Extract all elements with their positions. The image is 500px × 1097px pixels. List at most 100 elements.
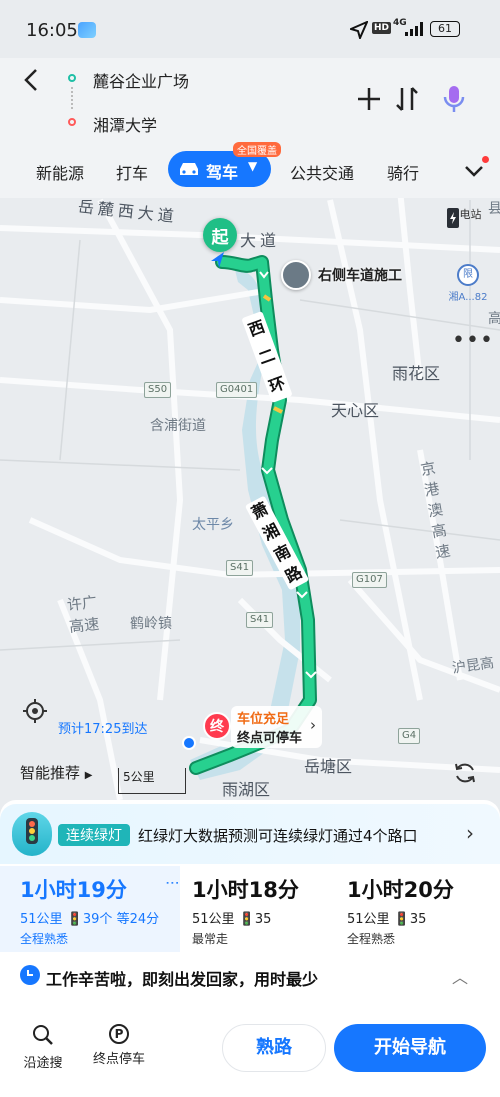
plan-3-distance: 51公里 xyxy=(347,912,390,927)
familiar-route-button[interactable]: 熟路 xyxy=(222,1024,326,1072)
tab-cycling[interactable]: 骑行 xyxy=(387,160,419,184)
locate-me-icon[interactable] xyxy=(22,698,48,724)
charging-station-button[interactable]: 充电站 xyxy=(444,206,486,228)
origin-field[interactable]: 麓谷企业广场 xyxy=(93,68,189,92)
expand-more-icon[interactable] xyxy=(464,164,484,178)
clock-tip-icon xyxy=(20,965,40,985)
plan-2-lights: 35 xyxy=(254,912,272,927)
traffic-light-icon xyxy=(12,812,52,856)
parking-title: 车位充足 xyxy=(237,712,290,727)
road-sign-g107: G107 xyxy=(352,572,387,588)
plan-card-2[interactable]: 1小时18分 51公里 🚦35 最常走 xyxy=(180,866,335,952)
end-parking-button[interactable]: P 终点停车 xyxy=(90,1024,148,1067)
plan-2-tag: 最常走 xyxy=(192,932,229,946)
plan-card-3[interactable]: 1小时20分 51公里 🚦35 全程熟悉 xyxy=(335,866,500,952)
road-sign-s41-a: S41 xyxy=(226,560,254,576)
destination-dot-icon xyxy=(68,118,76,126)
dropdown-caret-icon: ▼ xyxy=(248,159,258,173)
plan-3-lights: 35 xyxy=(409,912,427,927)
limit-label: 湘A...82 xyxy=(448,292,488,303)
plan-1-wait: 等24分 xyxy=(116,912,160,927)
map-scale-bar: 5公里 xyxy=(118,768,186,794)
parking-icon: P xyxy=(109,1024,129,1044)
coverage-badge: 全国覆盖 xyxy=(233,142,281,157)
plan-1-lights: 39个 xyxy=(82,912,113,927)
traffic-light-small-icon: 🚦 xyxy=(238,912,255,927)
notification-app-icon xyxy=(78,22,96,38)
road-sign-s41-b: S41 xyxy=(246,612,274,628)
plan-2-distance: 51公里 xyxy=(192,912,235,927)
traffic-light-small-icon: 🚦 xyxy=(393,912,410,927)
plan-3-tag: 全程熟悉 xyxy=(347,932,396,946)
hd-badge: HD xyxy=(372,22,392,34)
green-wave-banner[interactable]: 连续绿灯 红绿灯大数据预测可连续绿灯通过4个路口 › xyxy=(0,804,500,864)
along-search-label: 沿途搜 xyxy=(23,1056,63,1071)
traffic-light-small-icon: 🚦 xyxy=(66,912,83,927)
location-arrow-icon xyxy=(350,21,368,39)
map-label-edge-2: 高 xyxy=(488,311,500,327)
map-label-xuguang: 许广高速 xyxy=(66,593,101,636)
route-plans-sheet: 连续绿灯 红绿灯大数据预测可连续绿灯通过4个路口 › 1小时19分 ⋮ 51公里… xyxy=(0,800,500,1097)
start-navigation-button[interactable]: 开始导航 xyxy=(334,1024,486,1072)
voice-mic-icon[interactable] xyxy=(442,84,466,114)
origin-dot-icon xyxy=(68,74,76,82)
green-wave-badge: 连续绿灯 xyxy=(58,824,130,846)
map-label-taiping: 太平乡 xyxy=(192,517,234,533)
parking-callout[interactable]: 车位充足 终点可停车 › xyxy=(231,706,323,748)
end-parking-label: 终点停车 xyxy=(92,1052,145,1067)
construction-photo-icon xyxy=(281,260,311,290)
current-location-arrow-icon xyxy=(211,252,224,268)
road-sign-g0401: G0401 xyxy=(216,382,258,398)
limit-icon: 限 xyxy=(457,264,479,286)
chevron-right-icon: › xyxy=(466,821,474,845)
start-marker[interactable]: 起 xyxy=(203,218,237,252)
plan-card-1[interactable]: 1小时19分 ⋮ 51公里 🚦39个 等24分 全程熟悉 xyxy=(0,866,180,952)
refresh-icon[interactable] xyxy=(452,760,478,786)
destination-pin-icon xyxy=(182,736,196,750)
tab-drive-label: 驾车 xyxy=(206,163,239,182)
back-arrow-icon[interactable] xyxy=(22,68,40,92)
tab-new-energy[interactable]: 新能源 xyxy=(36,160,84,184)
road-sign-s50: S50 xyxy=(144,382,172,398)
parking-subtitle: 终点可停车 xyxy=(237,731,303,746)
destination-field[interactable]: 湘潭大学 xyxy=(93,112,157,136)
tab-public-transit[interactable]: 公共交通 xyxy=(290,160,354,184)
eta-label: 预计17:25到达 xyxy=(58,722,148,737)
route-connector xyxy=(71,87,73,109)
chevron-right-icon: › xyxy=(310,716,317,734)
plan-1-detail: 51公里 🚦39个 等24分 xyxy=(20,908,159,927)
more-options-icon[interactable]: ••• xyxy=(452,328,494,353)
map-label-hanpu: 含浦街道 xyxy=(150,418,206,434)
map-label-yuetang: 岳塘区 xyxy=(304,757,353,776)
route-header: 麓谷企业广场 湘潭大学 新能源 打车 驾车 ▼ 全国覆盖 公共交通 骑行 xyxy=(0,58,500,198)
map-label-yuhua: 雨花区 xyxy=(392,364,441,383)
smart-recommend-button[interactable]: 智能推荐 ▶ xyxy=(20,762,93,783)
red-dot-indicator xyxy=(482,156,489,163)
collapse-up-icon[interactable]: ︿ xyxy=(452,964,468,988)
map-label-yuhu: 雨湖区 xyxy=(222,780,271,799)
tab-taxi[interactable]: 打车 xyxy=(116,160,148,184)
search-icon xyxy=(33,1025,53,1045)
add-waypoint-icon[interactable] xyxy=(356,86,382,112)
map-label-tianxin: 天心区 xyxy=(331,401,380,420)
road-sign-g4: G4 xyxy=(398,728,421,744)
swap-route-icon[interactable] xyxy=(395,86,419,112)
plan-3-time: 1小时20分 xyxy=(347,878,454,902)
end-marker[interactable]: 终 xyxy=(203,712,231,740)
clock: 16:05 xyxy=(26,20,78,41)
charging-icon xyxy=(447,208,459,228)
play-triangle-icon: ▶ xyxy=(84,770,93,781)
incident-label[interactable]: 右侧车道施工 xyxy=(318,265,402,285)
plan-1-tag: 全程熟悉 xyxy=(20,932,69,946)
plan-1-time: 1小时19分 xyxy=(20,878,127,902)
along-search-button[interactable]: 沿途搜 xyxy=(20,1024,66,1071)
map-label-edge-1: 县 xyxy=(488,201,500,217)
scale-label: 5公里 xyxy=(123,770,155,784)
plan-1-more-icon[interactable]: ⋮ xyxy=(164,876,180,890)
plate-limit-button[interactable]: 限 湘A...82 xyxy=(448,264,488,303)
plan-1-distance: 51公里 xyxy=(20,912,63,927)
smart-recommend-label: 智能推荐 xyxy=(20,764,81,782)
car-icon xyxy=(180,163,198,175)
map-label-heling: 鹤岭镇 xyxy=(130,616,172,632)
green-wave-text: 红绿灯大数据预测可连续绿灯通过4个路口 xyxy=(138,827,418,845)
